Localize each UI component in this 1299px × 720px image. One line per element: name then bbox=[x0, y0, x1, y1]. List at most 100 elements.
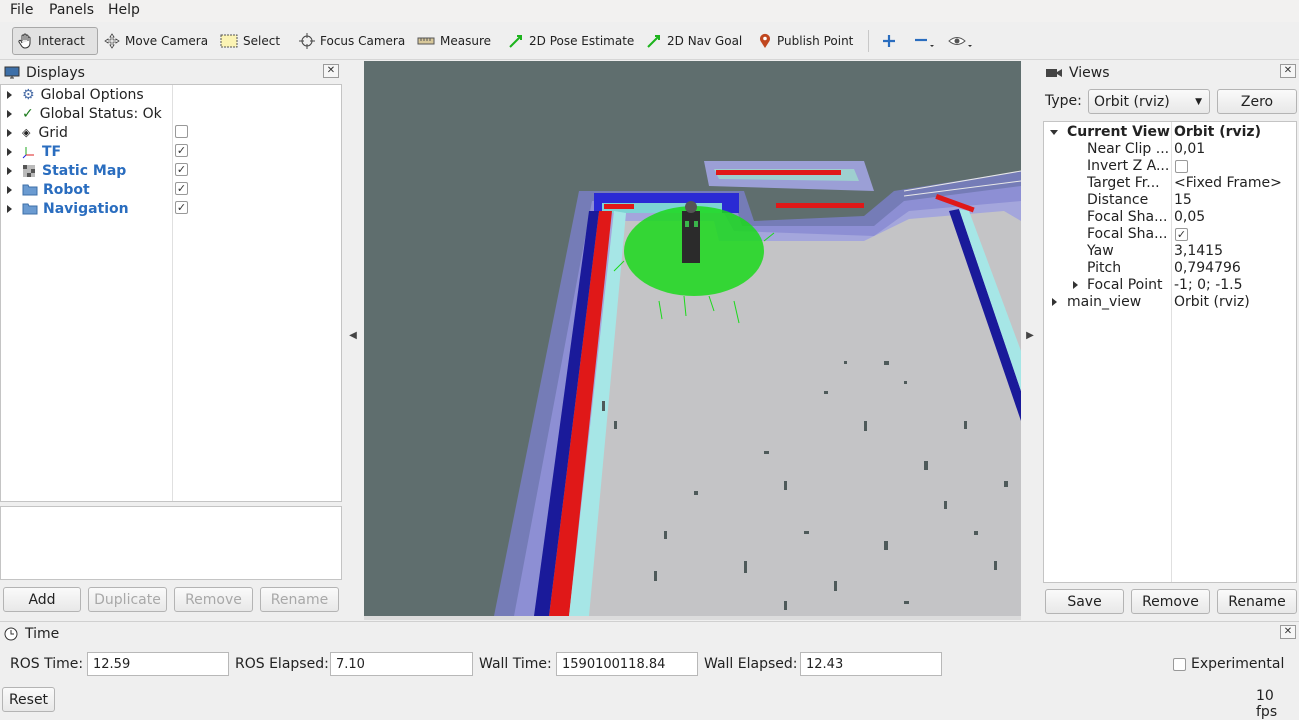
view-prop-key: Focal Sha... bbox=[1087, 209, 1168, 225]
grid-icon: ◈ bbox=[22, 126, 31, 139]
display-tf[interactable]: TF bbox=[7, 142, 61, 161]
display-global-status[interactable]: ✓ Global Status: Ok bbox=[7, 104, 162, 123]
remove-tool-button[interactable] bbox=[910, 27, 945, 55]
static-map-checkbox[interactable]: ✓ bbox=[175, 163, 188, 176]
displays-title: Displays bbox=[26, 65, 85, 81]
view-prop-row[interactable]: Focal Sha... 0,05 bbox=[1044, 209, 1298, 226]
expand-arrow-icon bbox=[1073, 281, 1078, 289]
view-prop-row[interactable]: Yaw 3,1415 bbox=[1044, 243, 1298, 260]
rename-display-button[interactable]: Rename bbox=[260, 587, 339, 612]
ros-elapsed-field[interactable]: 7.10 bbox=[330, 652, 473, 676]
view-prop-row[interactable]: Target Fr... <Fixed Frame> bbox=[1044, 175, 1298, 192]
wall-elapsed-label: Wall Elapsed: bbox=[704, 656, 798, 672]
viewport-splitter[interactable] bbox=[364, 616, 1021, 620]
folder-icon bbox=[22, 184, 38, 196]
ros-time-field[interactable]: 12.59 bbox=[87, 652, 229, 676]
ros-elapsed-value: 7.10 bbox=[336, 656, 365, 672]
add-display-button[interactable]: Add bbox=[3, 587, 81, 612]
check-icon: ✓ bbox=[22, 105, 34, 122]
crosshair-icon bbox=[299, 33, 315, 49]
invert-z-checkbox[interactable] bbox=[1175, 160, 1188, 173]
view-prop-key: Pitch bbox=[1087, 260, 1122, 276]
time-close-button[interactable]: ✕ bbox=[1280, 625, 1296, 639]
expand-arrow-icon bbox=[7, 147, 12, 156]
remove-view-button[interactable]: Remove bbox=[1131, 589, 1210, 614]
map-pin-icon bbox=[760, 33, 770, 48]
interact-tool[interactable]: Interact bbox=[12, 27, 98, 55]
view-prop-row[interactable]: Invert Z A... bbox=[1044, 158, 1298, 175]
expand-arrow-icon bbox=[7, 90, 12, 99]
save-view-button[interactable]: Save bbox=[1045, 589, 1124, 614]
green-arrow-icon bbox=[647, 35, 660, 48]
rename-view-button[interactable]: Rename bbox=[1217, 589, 1297, 614]
view-prop-key: Yaw bbox=[1087, 243, 1114, 259]
3d-viewport[interactable] bbox=[364, 61, 1021, 616]
wall-time-field[interactable]: 1590100118.84 bbox=[556, 652, 698, 676]
hand-icon bbox=[18, 33, 31, 49]
view-prop-row[interactable]: Focal Point -1; 0; -1.5 bbox=[1044, 277, 1298, 294]
view-prop-row[interactable]: Near Clip ... 0,01 bbox=[1044, 141, 1298, 158]
nav-goal-tool[interactable]: 2D Nav Goal bbox=[642, 27, 746, 55]
wall-time-label: Wall Time: bbox=[479, 656, 552, 672]
focus-camera-tool[interactable]: Focus Camera bbox=[295, 27, 409, 55]
main-view-row[interactable]: main_view Orbit (rviz) bbox=[1044, 294, 1298, 311]
wall-elapsed-field[interactable]: 12.43 bbox=[800, 652, 942, 676]
views-close-button[interactable]: ✕ bbox=[1280, 64, 1296, 78]
view-type-value: Orbit (rviz) bbox=[1094, 93, 1170, 110]
robot-checkbox[interactable]: ✓ bbox=[175, 182, 188, 195]
focal-shape-checkbox[interactable]: ✓ bbox=[1175, 228, 1188, 241]
duplicate-display-button[interactable]: Duplicate bbox=[88, 587, 167, 612]
view-prop-key: Distance bbox=[1087, 192, 1149, 208]
display-label: Global Status: Ok bbox=[39, 105, 162, 122]
ros-elapsed-label: ROS Elapsed: bbox=[235, 656, 329, 672]
reset-button[interactable]: Reset bbox=[2, 687, 55, 712]
visibility-tool-button[interactable] bbox=[944, 27, 983, 55]
publish-point-tool[interactable]: Publish Point bbox=[754, 27, 857, 55]
pose-estimate-tool[interactable]: 2D Pose Estimate bbox=[504, 27, 638, 55]
view-prop-row[interactable]: Focal Sha... ✓ bbox=[1044, 226, 1298, 243]
displays-panel-header: Displays bbox=[4, 62, 342, 84]
display-robot[interactable]: Robot bbox=[7, 180, 90, 199]
measure-tool[interactable]: Measure bbox=[413, 27, 495, 55]
select-icon bbox=[220, 34, 238, 48]
collapse-right-handle[interactable]: ▶ bbox=[1023, 330, 1037, 346]
move-icon bbox=[104, 33, 120, 49]
view-prop-key: Focal Sha... bbox=[1087, 226, 1168, 242]
remove-display-button[interactable]: Remove bbox=[174, 587, 253, 612]
view-prop-key: Focal Point bbox=[1087, 277, 1163, 293]
folder-icon bbox=[22, 203, 38, 215]
publish-point-label: Publish Point bbox=[777, 34, 854, 48]
expand-arrow-icon bbox=[7, 166, 12, 175]
displays-close-button[interactable]: ✕ bbox=[323, 64, 339, 78]
view-prop-row[interactable]: Distance 15 bbox=[1044, 192, 1298, 209]
display-label: Grid bbox=[38, 124, 68, 141]
camera-icon bbox=[1046, 69, 1062, 77]
menu-file[interactable]: File bbox=[10, 2, 33, 18]
display-grid[interactable]: ◈ Grid bbox=[7, 123, 68, 142]
menu-help[interactable]: Help bbox=[108, 2, 140, 18]
expand-arrow-icon bbox=[7, 128, 12, 137]
display-static-map[interactable]: Static Map bbox=[7, 161, 126, 180]
display-label: Navigation bbox=[43, 200, 129, 217]
current-view-row[interactable]: Current View Orbit (rviz) bbox=[1044, 124, 1298, 141]
expand-arrow-icon bbox=[7, 204, 12, 213]
expand-arrow-icon bbox=[7, 109, 12, 118]
select-tool[interactable]: Select bbox=[216, 27, 284, 55]
zero-button[interactable]: Zero bbox=[1217, 89, 1297, 114]
view-prop-row[interactable]: Pitch 0,794796 bbox=[1044, 260, 1298, 277]
toolbar-separator bbox=[868, 30, 869, 52]
navigation-checkbox[interactable]: ✓ bbox=[175, 201, 188, 214]
experimental-checkbox[interactable] bbox=[1173, 658, 1186, 671]
plus-icon bbox=[883, 35, 895, 47]
move-camera-tool[interactable]: Move Camera bbox=[100, 27, 212, 55]
tf-checkbox[interactable]: ✓ bbox=[175, 144, 188, 157]
display-navigation[interactable]: Navigation bbox=[7, 199, 129, 218]
display-global-options[interactable]: ⚙ Global Options bbox=[7, 85, 144, 104]
pose-estimate-label: 2D Pose Estimate bbox=[529, 34, 635, 48]
menu-panels[interactable]: Panels bbox=[49, 2, 94, 18]
grid-checkbox[interactable] bbox=[175, 125, 188, 138]
view-type-select[interactable]: Orbit (rviz) ▼ bbox=[1088, 89, 1210, 114]
collapse-left-handle[interactable]: ◀ bbox=[346, 330, 360, 346]
add-tool-button[interactable] bbox=[878, 27, 905, 55]
views-tree: Current View Orbit (rviz) Near Clip ... 0… bbox=[1043, 121, 1297, 583]
